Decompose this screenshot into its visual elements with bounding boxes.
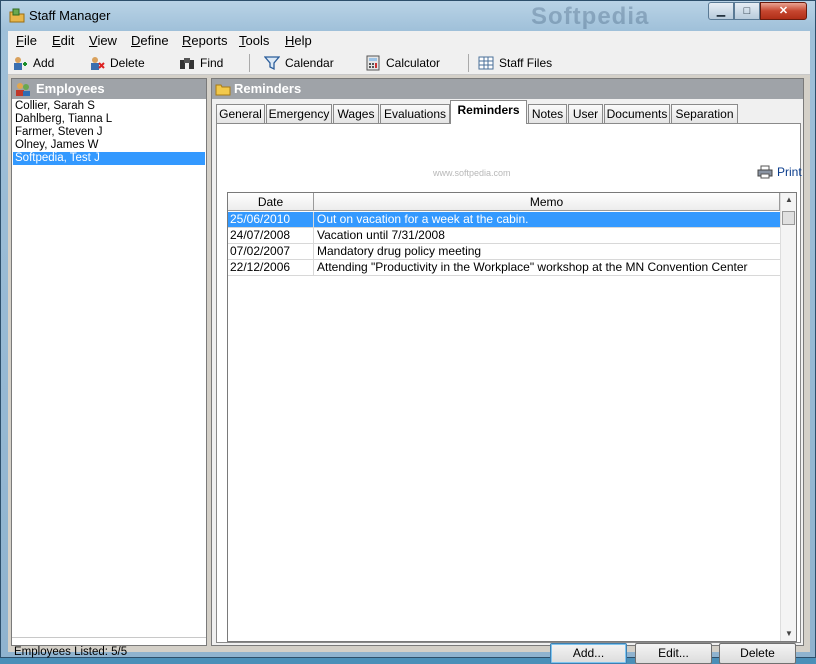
footer-divider xyxy=(12,637,206,638)
menu-tools[interactable]: Tools xyxy=(239,33,269,48)
add-user-icon xyxy=(14,57,27,70)
reminder-date: 24/07/2008 xyxy=(228,228,314,244)
reminder-date: 07/02/2007 xyxy=(228,244,314,260)
delete-employee-button[interactable]: Delete xyxy=(89,54,145,72)
employees-count: Employees Listed: 5/5 xyxy=(14,646,128,658)
toolbar: Add Delete Find Calendar Calculator Staf… xyxy=(8,51,810,75)
find-button[interactable]: Find xyxy=(179,54,223,72)
tab-user[interactable]: User xyxy=(568,104,603,123)
reminders-title: Reminders xyxy=(234,81,302,96)
tab-reminders[interactable]: Reminders xyxy=(450,100,527,124)
tab-wages[interactable]: Wages xyxy=(333,104,379,123)
toolbar-separator xyxy=(249,54,250,72)
reminder-memo: Mandatory drug policy meeting xyxy=(317,244,482,258)
menu-edit[interactable]: Edit xyxy=(52,33,74,48)
maximize-button[interactable]: □ xyxy=(734,2,760,20)
reminders-panel: Reminders General Emergency Wages Evalua… xyxy=(211,78,804,664)
scroll-down-icon[interactable]: ▼ xyxy=(781,627,797,641)
filter-icon xyxy=(264,56,280,71)
staff-files-label: Staff Files xyxy=(499,56,553,70)
staff-files-button[interactable]: Staff Files xyxy=(478,54,552,72)
window-title: Staff Manager xyxy=(29,8,111,23)
add-reminder-button[interactable]: Add... xyxy=(550,643,627,664)
add-label: Add xyxy=(33,56,55,70)
menu-help[interactable]: Help xyxy=(285,33,312,48)
column-header-memo[interactable]: Memo xyxy=(314,193,780,211)
calculator-icon xyxy=(366,55,380,71)
calendar-button[interactable]: Calendar xyxy=(264,54,334,72)
title-bar[interactable]: Staff Manager Softpedia ▁ □ ✕ xyxy=(1,1,815,31)
watermark-text: Softpedia xyxy=(531,3,650,30)
close-button[interactable]: ✕ xyxy=(760,2,807,20)
printer-icon xyxy=(757,165,773,179)
menu-view[interactable]: View xyxy=(89,33,117,48)
watermark-url: www.softpedia.com xyxy=(433,168,511,178)
reminder-memo: Vacation until 7/31/2008 xyxy=(317,228,445,242)
app-window: Staff Manager Softpedia ▁ □ ✕ File Edit … xyxy=(0,0,816,664)
print-label: Print xyxy=(777,165,802,179)
menu-define[interactable]: Define xyxy=(131,33,169,48)
scroll-up-icon[interactable]: ▲ xyxy=(781,193,797,207)
tab-emergency[interactable]: Emergency xyxy=(266,104,332,123)
app-folder-icon xyxy=(9,8,25,23)
binoculars-icon xyxy=(180,58,194,69)
calculator-button[interactable]: Calculator xyxy=(365,54,440,72)
client-area: File Edit View Define Reports Tools Help… xyxy=(8,31,810,664)
reminders-tab-content: www.softpedia.com Print Date Memo 25/06/… xyxy=(216,123,802,664)
reminder-memo: Attending "Productivity in the Workplace… xyxy=(317,260,748,274)
delete-reminder-button[interactable]: Delete xyxy=(719,643,796,664)
reminder-date: 22/12/2006 xyxy=(228,260,314,276)
employee-row[interactable]: Collier, Sarah S xyxy=(13,100,205,113)
employees-icon xyxy=(16,83,30,96)
reminder-row[interactable]: 07/02/2007 Mandatory drug policy meeting xyxy=(228,244,780,260)
tab-documents[interactable]: Documents xyxy=(604,104,670,123)
employee-row-selected[interactable]: Softpedia, Test J xyxy=(13,152,205,165)
print-button[interactable]: Print xyxy=(757,165,802,179)
employee-row[interactable]: Dahlberg, Tianna L xyxy=(13,113,205,126)
menu-bar: File Edit View Define Reports Tools Help xyxy=(8,31,810,51)
reminder-memo: Out on vacation for a week at the cabin. xyxy=(317,212,529,226)
find-label: Find xyxy=(200,56,224,70)
column-header-date[interactable]: Date xyxy=(228,193,314,211)
employees-panel: Employees Collier, Sarah S Dahlberg, Tia… xyxy=(11,78,207,658)
tab-separation[interactable]: Separation xyxy=(671,104,738,123)
minimize-button[interactable]: ▁ xyxy=(708,2,734,20)
folder-icon xyxy=(215,84,231,96)
employees-header: Employees xyxy=(12,79,206,99)
toolbar-separator xyxy=(468,54,469,72)
reminder-row[interactable]: 24/07/2008 Vacation until 7/31/2008 xyxy=(228,228,780,244)
employees-title: Employees xyxy=(36,81,105,96)
reminder-row-selected[interactable]: 25/06/2010 Out on vacation for a week at… xyxy=(228,212,780,228)
employee-row[interactable]: Olney, James W xyxy=(13,139,205,152)
reminders-grid: Date Memo 25/06/2010 Out on vacation for… xyxy=(227,192,797,642)
employee-row[interactable]: Farmer, Steven J xyxy=(13,126,205,139)
reminder-date: 25/06/2010 xyxy=(228,212,314,228)
tab-evaluations[interactable]: Evaluations xyxy=(380,104,450,123)
scroll-thumb[interactable] xyxy=(782,211,795,225)
menu-reports[interactable]: Reports xyxy=(182,33,228,48)
vertical-scrollbar[interactable]: ▲ ▼ xyxy=(780,193,796,641)
spreadsheet-icon xyxy=(478,56,494,70)
reminder-row[interactable]: 22/12/2006 Attending "Productivity in th… xyxy=(228,260,780,276)
menu-file[interactable]: File xyxy=(16,33,37,48)
delete-label: Delete xyxy=(110,56,145,70)
reminders-header: Reminders xyxy=(212,79,803,99)
calculator-label: Calculator xyxy=(386,56,441,70)
edit-reminder-button[interactable]: Edit... xyxy=(635,643,712,664)
delete-user-icon xyxy=(91,57,105,70)
calendar-label: Calendar xyxy=(285,56,334,70)
tab-general[interactable]: General xyxy=(216,104,265,123)
tab-notes[interactable]: Notes xyxy=(528,104,567,123)
add-employee-button[interactable]: Add xyxy=(12,54,54,72)
